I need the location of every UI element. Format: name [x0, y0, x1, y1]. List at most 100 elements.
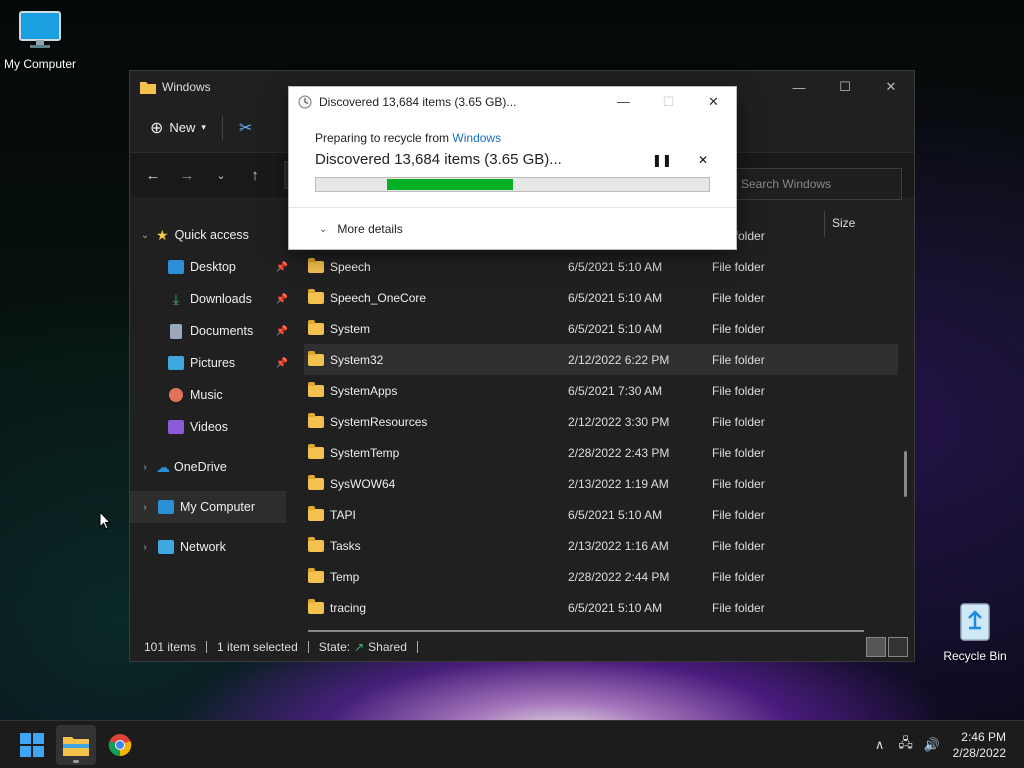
mouse-cursor-icon: [99, 511, 111, 530]
file-row[interactable]: SysWOW64 2/13/2022 1:19 AM File folder: [304, 468, 898, 499]
folder-icon: [308, 257, 324, 273]
videos-icon: [168, 420, 184, 434]
system-tray: ∧ 🖧 🔊 2:46 PM 2/28/2022: [867, 721, 1024, 768]
file-name: System32: [330, 352, 384, 367]
pin-icon[interactable]: 📌: [276, 262, 288, 273]
file-name-cell: System32: [304, 350, 568, 367]
sidebar-item-quick-access[interactable]: ⌄ ★ Quick access: [130, 219, 290, 251]
horizontal-scrollbar[interactable]: [308, 630, 864, 632]
source-folder-link[interactable]: Windows: [452, 131, 501, 145]
sidebar-item-label: My Computer: [180, 500, 256, 514]
sidebar-item-label: Network: [180, 540, 226, 554]
more-details-toggle[interactable]: ⌄ More details: [289, 207, 736, 250]
folder-icon: [308, 536, 324, 552]
sidebar-item-network[interactable]: › Network: [130, 531, 290, 563]
details-view-button[interactable]: [866, 637, 886, 657]
chevron-down-icon: ⌄: [319, 223, 328, 235]
file-row[interactable]: System 6/5/2021 5:10 AM File folder: [304, 313, 898, 344]
dialog-titlebar[interactable]: Discovered 13,684 items (3.65 GB)... — ☐…: [289, 87, 736, 117]
file-row[interactable]: Tasks 2/13/2022 1:16 AM File folder: [304, 530, 898, 561]
more-details-label: More details: [337, 222, 403, 236]
taskbar-chrome[interactable]: [100, 725, 140, 765]
maximize-button[interactable]: ☐: [822, 71, 868, 103]
progress-fill: [387, 179, 513, 190]
file-name-cell: Temp: [304, 567, 568, 584]
folder-icon: [308, 505, 324, 521]
folder-icon: [308, 381, 324, 397]
file-row[interactable]: Temp 2/28/2022 2:44 PM File folder: [304, 561, 898, 592]
file-row[interactable]: SystemResources 2/12/2022 3:30 PM File fol…: [304, 406, 898, 437]
state-label: State:: [318, 640, 351, 654]
sidebar-item-label: Pictures: [190, 356, 236, 370]
pin-icon[interactable]: 📌: [276, 326, 288, 337]
file-date: 6/5/2021 7:30 AM: [568, 383, 663, 398]
vertical-scrollbar[interactable]: [904, 451, 907, 497]
sidebar-item-documents[interactable]: Documents 📌: [130, 315, 290, 347]
file-type: File folder: [712, 600, 765, 615]
file-row[interactable]: tracing 6/5/2021 5:10 AM File folder: [304, 592, 898, 623]
back-arrow-icon[interactable]: ←: [142, 167, 164, 184]
recent-chevron-icon[interactable]: ⌄: [210, 169, 232, 182]
sidebar-item-my-computer[interactable]: › My Computer: [130, 491, 286, 523]
file-row[interactable]: SystemApps 6/5/2021 7:30 AM File folder: [304, 375, 898, 406]
sidebar-item-videos[interactable]: Videos: [130, 411, 290, 443]
file-name-cell: TAPI: [304, 505, 568, 522]
file-list: Speech 6/5/2021 5:10 AM File folder Speech_…: [304, 251, 898, 623]
file-date: 2/13/2022 1:16 AM: [568, 538, 669, 553]
cut-icon[interactable]: ✂: [239, 118, 252, 138]
status-separator: [416, 641, 418, 653]
chevron-right-icon[interactable]: ›: [138, 502, 152, 513]
sidebar-item-onedrive[interactable]: › ☁ OneDrive: [130, 451, 290, 483]
file-type: File folder: [712, 507, 765, 522]
plus-circle-icon: ⊕: [150, 119, 164, 137]
chevron-right-icon[interactable]: ›: [138, 542, 152, 553]
file-row[interactable]: Speech 6/5/2021 5:10 AM File folder: [304, 251, 898, 282]
desktop-icon-my-computer[interactable]: My Computer: [2, 10, 78, 71]
desktop-icon-recycle-bin[interactable]: Recycle Bin: [940, 598, 1010, 663]
up-arrow-icon[interactable]: ↑: [244, 167, 266, 184]
column-divider[interactable]: [824, 211, 825, 237]
cancel-button[interactable]: ✕: [698, 153, 708, 167]
windows-logo-icon: [20, 733, 44, 757]
chevron-right-icon[interactable]: ›: [138, 462, 152, 473]
close-button[interactable]: ✕: [868, 71, 914, 103]
forward-arrow-icon[interactable]: →: [176, 167, 198, 184]
file-name: Speech_OneCore: [330, 290, 427, 305]
chevron-down-icon[interactable]: ⌄: [138, 230, 152, 241]
file-name-cell: tracing: [304, 598, 568, 615]
sidebar-item-pictures[interactable]: Pictures 📌: [130, 347, 290, 379]
status-bar: 101 items 1 item selected State: ↗ Share…: [130, 633, 914, 661]
file-date: 6/5/2021 5:10 AM: [568, 321, 663, 336]
dialog-close-button[interactable]: ✕: [691, 94, 736, 110]
file-type: File folder: [712, 290, 765, 305]
column-header-size[interactable]: Size: [832, 216, 855, 230]
navigation-pane: ⌄ ★ Quick access Desktop 📌 ⤓ Downloads 📌…: [130, 219, 290, 563]
file-row[interactable]: TAPI 6/5/2021 5:10 AM File folder: [304, 499, 898, 530]
dialog-minimize-button[interactable]: —: [601, 94, 646, 110]
pin-icon[interactable]: 📌: [276, 358, 288, 369]
file-row[interactable]: SystemTemp 2/28/2022 2:43 PM File folder: [304, 437, 898, 468]
new-button[interactable]: ⊕ New ▾: [150, 118, 206, 138]
large-icons-view-button[interactable]: [888, 637, 908, 657]
volume-icon[interactable]: 🔊: [919, 737, 945, 753]
show-hidden-icons-chevron[interactable]: ∧: [867, 737, 893, 753]
file-row[interactable]: Speech_OneCore 6/5/2021 5:10 AM File folde…: [304, 282, 898, 313]
file-name: SystemTemp: [330, 445, 400, 460]
network-status-icon[interactable]: 🖧: [893, 734, 919, 756]
sidebar-item-desktop[interactable]: Desktop 📌: [130, 251, 290, 283]
sidebar-item-downloads[interactable]: ⤓ Downloads 📌: [130, 283, 290, 315]
sidebar-item-music[interactable]: Music: [130, 379, 290, 411]
search-input[interactable]: Search Windows: [730, 168, 902, 200]
file-date: 6/5/2021 5:10 AM: [568, 259, 663, 274]
file-date: 6/5/2021 5:10 AM: [568, 290, 663, 305]
taskbar-file-explorer[interactable]: [56, 725, 96, 765]
file-row[interactable]: System32 2/12/2022 6:22 PM File folder: [304, 344, 898, 375]
file-name: Temp: [330, 569, 360, 584]
start-button[interactable]: [12, 725, 52, 765]
minimize-button[interactable]: —: [776, 71, 822, 103]
pause-button[interactable]: ❚❚: [652, 153, 672, 167]
clock[interactable]: 2:46 PM 2/28/2022: [953, 729, 1006, 761]
file-name-cell: Speech: [304, 257, 568, 274]
file-date: 2/28/2022 2:44 PM: [568, 569, 670, 584]
pin-icon[interactable]: 📌: [276, 294, 288, 305]
